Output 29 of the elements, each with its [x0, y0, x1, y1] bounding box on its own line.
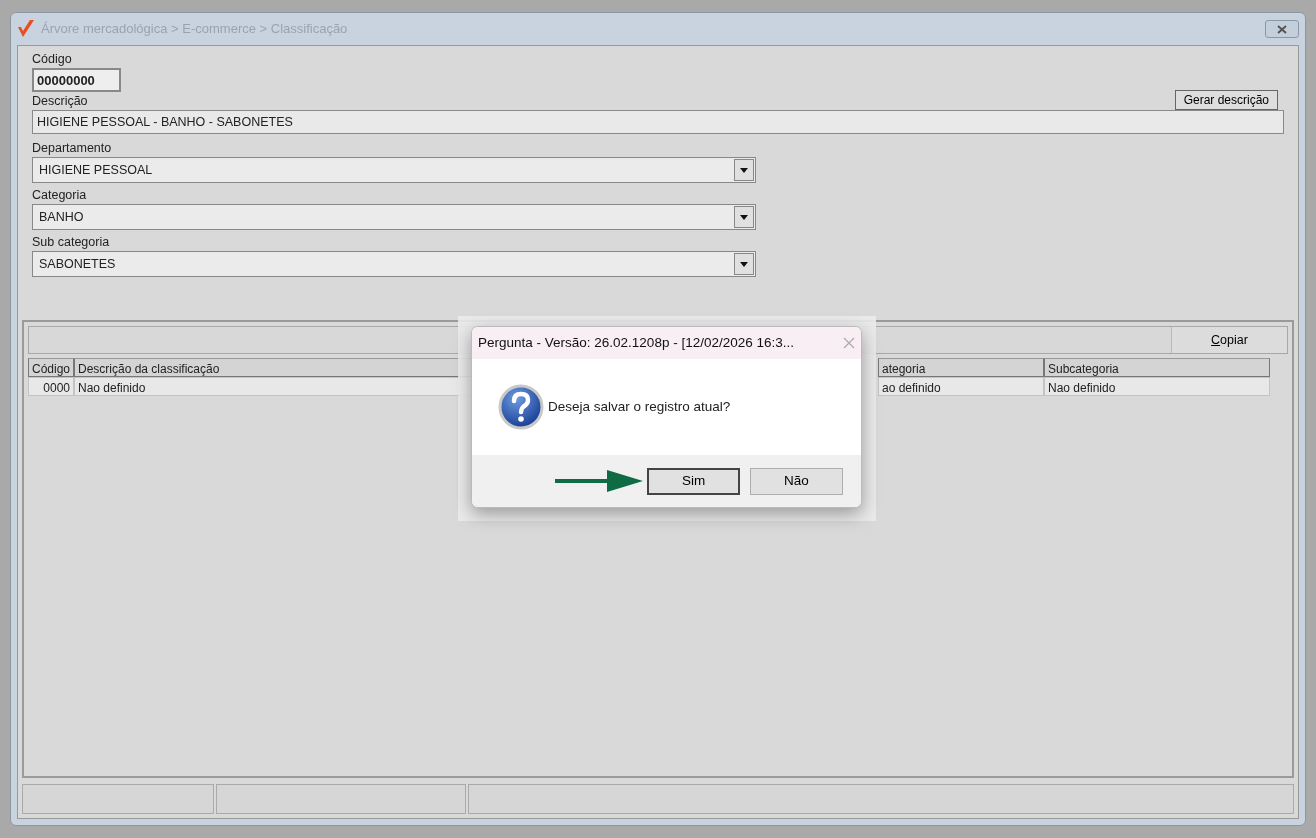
question-icon: [498, 384, 544, 430]
yes-button[interactable]: Sim: [647, 467, 740, 495]
code-field[interactable]: 00000000: [32, 68, 121, 92]
table-cell: 0000: [28, 377, 74, 396]
copy-button[interactable]: Copiar: [1171, 327, 1287, 353]
dropdown-value: HIGIENE PESSOAL: [39, 161, 153, 179]
field-label: Departamento: [32, 140, 112, 157]
close-icon[interactable]: [1277, 24, 1287, 34]
generate-button[interactable]: Gerar descrição: [1174, 90, 1278, 110]
no-button[interactable]: Não: [750, 467, 843, 495]
column-header: ategoria: [878, 358, 1044, 377]
column-header: Código: [28, 358, 74, 377]
dropdown-field[interactable]: HIGIENE PESSOAL: [32, 157, 756, 183]
dropdown-field[interactable]: SABONETES: [32, 251, 756, 277]
description-field[interactable]: HIGIENE PESSOAL - BANHO - SABONETES: [32, 110, 1284, 134]
dropdown-value: BANHO: [39, 208, 84, 226]
field-label: Categoria: [32, 187, 87, 204]
table-cell: Nao definido: [1044, 377, 1270, 396]
dialog-message: Deseja salvar o registro atual?: [548, 397, 731, 416]
dialog-title: Pergunta - Versão: 26.02.1208p - [12/02/2026 16:3...: [478, 333, 794, 352]
logo-icon: [17, 19, 35, 39]
field-label: Código: [32, 51, 72, 68]
dropdown-value: SABONETES: [39, 255, 116, 273]
column-header: Subcategoria: [1044, 358, 1270, 377]
field-label: Descrição: [32, 93, 88, 110]
field-label: Sub categoria: [32, 234, 110, 251]
close-button[interactable]: [1265, 20, 1299, 38]
dropdown-field[interactable]: BANHO: [32, 204, 756, 230]
table-cell: ao definido: [878, 377, 1044, 396]
